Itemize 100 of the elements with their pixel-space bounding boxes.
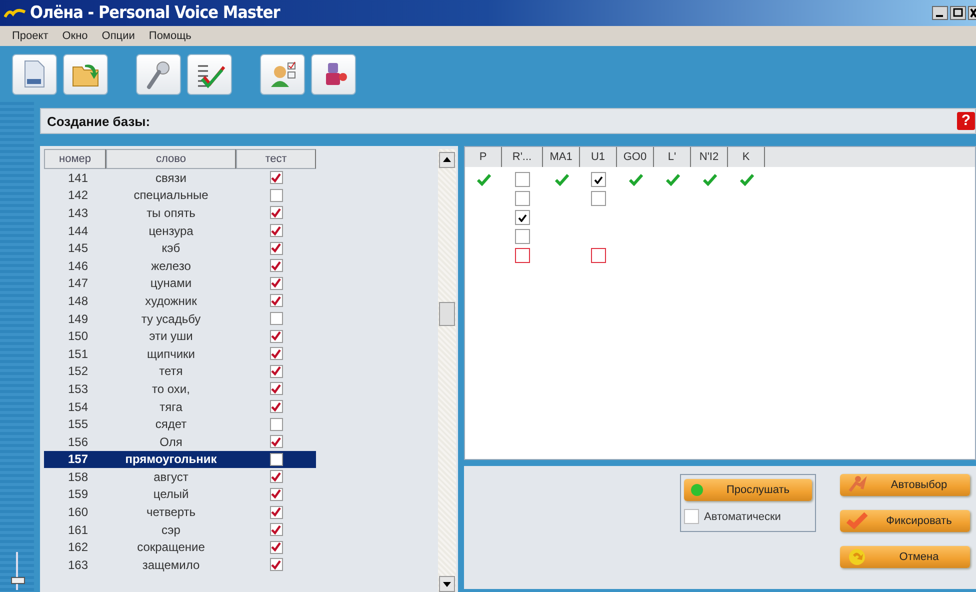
- toolbar-button[interactable]: [63, 54, 108, 94]
- help-button[interactable]: ?: [957, 112, 975, 130]
- checkbox[interactable]: [591, 191, 606, 206]
- cancel-button[interactable]: Отмена: [840, 546, 970, 568]
- table-cell-text: 145: [67, 241, 90, 256]
- checkbox[interactable]: [684, 509, 699, 524]
- menu-item[interactable]: Опции: [102, 30, 135, 42]
- column-header[interactable]: U1: [580, 147, 617, 167]
- scroll-up-icon[interactable]: [439, 152, 455, 168]
- table-cell-text: четверть: [145, 505, 197, 520]
- checkbox[interactable]: [270, 435, 282, 448]
- tick-icon: [702, 174, 716, 186]
- vertical-slider[interactable]: [10, 552, 24, 590]
- check-icon: [271, 243, 281, 254]
- check-icon: [271, 560, 281, 570]
- column-header[interactable]: P: [465, 147, 502, 167]
- table-cell-text: 151: [67, 346, 90, 361]
- checkbox[interactable]: [270, 259, 282, 272]
- column-header[interactable]: R'...: [502, 147, 543, 167]
- checkbox[interactable]: [515, 191, 530, 206]
- maximize-icon[interactable]: [950, 6, 966, 20]
- menu-item[interactable]: Окно: [62, 30, 88, 42]
- toolbar-button[interactable]: [260, 54, 305, 94]
- window-title: Олёна - Personal Voice Master: [30, 3, 280, 23]
- slider-thumb[interactable]: [11, 577, 25, 584]
- checkbox[interactable]: [270, 224, 282, 238]
- table-cell-text: 157: [67, 452, 90, 466]
- checkbox[interactable]: [270, 470, 282, 484]
- menu-item[interactable]: Проект: [12, 30, 48, 42]
- column-header[interactable]: слово: [106, 149, 236, 169]
- checkbox[interactable]: [270, 206, 282, 220]
- checkbox[interactable]: [515, 172, 530, 187]
- column-header[interactable]: N'I2: [691, 147, 728, 167]
- checkbox[interactable]: [270, 382, 282, 396]
- table-cell-text: 146: [67, 258, 90, 273]
- table-cell-text: 144: [67, 224, 90, 238]
- checkbox[interactable]: [270, 294, 282, 308]
- logo-icon: [4, 7, 26, 19]
- menu-item[interactable]: Помощь: [148, 30, 192, 42]
- checkbox[interactable]: [270, 558, 282, 572]
- column-header[interactable]: номер: [44, 149, 106, 169]
- column-header[interactable]: MA1: [543, 147, 580, 167]
- toolbar-button[interactable]: [311, 54, 356, 94]
- table-cell-text: щипчики: [146, 346, 196, 361]
- toolbar-button[interactable]: [12, 54, 57, 94]
- toolbar-button[interactable]: [136, 54, 181, 94]
- table-cell-text: 163: [67, 558, 90, 572]
- scroll-thumb[interactable]: [439, 302, 455, 326]
- checkbox[interactable]: [270, 347, 282, 360]
- checkbox[interactable]: [270, 171, 282, 184]
- checkbox[interactable]: [270, 540, 282, 554]
- table-cell-text: 159: [67, 487, 90, 502]
- column-header[interactable]: GO0: [617, 147, 654, 167]
- checkbox[interactable]: [270, 364, 282, 378]
- checkbox[interactable]: [270, 452, 282, 466]
- check-icon: [271, 472, 281, 482]
- checkbox[interactable]: [270, 188, 282, 202]
- check-icon: [271, 226, 281, 236]
- checkbox[interactable]: [270, 523, 282, 536]
- table-cell-text: 152: [67, 364, 90, 378]
- checkbox[interactable]: [515, 248, 530, 263]
- fix-button[interactable]: Фиксировать: [840, 510, 970, 532]
- table-cell-text: связи: [154, 170, 188, 185]
- checkbox[interactable]: [515, 210, 530, 225]
- minimize-icon[interactable]: [932, 6, 948, 20]
- table-cell-text: 158: [67, 470, 90, 484]
- checkbox[interactable]: [270, 506, 282, 519]
- table-cell-text: тяга: [158, 400, 184, 414]
- checkbox[interactable]: [270, 488, 282, 501]
- check-icon: [271, 278, 281, 288]
- selected-row[interactable]: 157 прямоугольник: [44, 450, 316, 468]
- table-cell-text: 149: [67, 312, 90, 326]
- checkbox[interactable]: [515, 229, 530, 244]
- checkbox[interactable]: [270, 312, 282, 326]
- checkbox[interactable]: [270, 418, 282, 431]
- checkbox-label[interactable]: Автоматически: [704, 510, 781, 522]
- undo-icon: [846, 547, 868, 567]
- checkbox[interactable]: [270, 276, 282, 290]
- column-header[interactable]: L': [654, 147, 691, 167]
- autoselect-button[interactable]: Автовыбор: [840, 474, 970, 496]
- scroll-down-icon[interactable]: [439, 576, 455, 592]
- check-icon: [271, 172, 281, 183]
- listen-button[interactable]: Прослушать: [684, 479, 812, 501]
- checkbox[interactable]: [591, 248, 606, 263]
- tick-icon: [628, 174, 642, 186]
- column-header[interactable]: тест: [236, 149, 316, 169]
- table-cell-text: сэр: [160, 522, 182, 537]
- close-icon[interactable]: [968, 6, 976, 20]
- checkbox[interactable]: [270, 242, 282, 255]
- checkbox[interactable]: [270, 330, 282, 343]
- check-icon: [271, 296, 281, 306]
- table-cell-text: целый: [152, 487, 190, 502]
- table-cell-text: 154: [67, 400, 90, 414]
- scrollbar[interactable]: [438, 149, 456, 592]
- checkbox[interactable]: [591, 172, 606, 187]
- table-cell-text: цензура: [148, 224, 194, 238]
- table-cell-text: 155: [67, 417, 90, 432]
- checkbox[interactable]: [270, 400, 282, 414]
- toolbar-button[interactable]: [187, 54, 232, 94]
- column-header[interactable]: K: [728, 147, 765, 167]
